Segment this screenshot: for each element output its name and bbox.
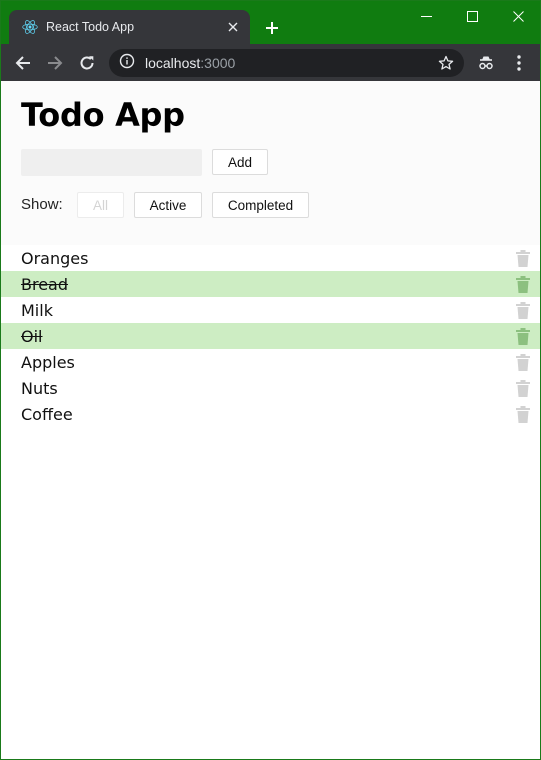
todo-item[interactable]: Nuts	[1, 375, 540, 401]
kebab-menu-icon[interactable]	[509, 52, 529, 74]
todo-text: Oranges	[21, 248, 89, 268]
trash-icon[interactable]	[515, 405, 531, 423]
tab-title: React Todo App	[46, 20, 135, 34]
todo-text: Milk	[21, 300, 53, 320]
trash-icon[interactable]	[515, 327, 531, 345]
todo-text: Nuts	[21, 378, 58, 398]
browser-toolbar: localhost:3000	[1, 44, 540, 81]
page-title: Todo App	[21, 96, 185, 134]
todo-list: Oranges Bread Milk Oil Apples Nuts Coffe…	[1, 245, 540, 427]
address-bar[interactable]: localhost:3000	[109, 49, 464, 77]
new-tab-plus-icon[interactable]	[260, 16, 284, 40]
todo-item[interactable]: Bread	[1, 271, 540, 297]
window-minimize-icon[interactable]	[403, 1, 449, 31]
todo-item[interactable]: Oil	[1, 323, 540, 349]
todo-item[interactable]: Apples	[1, 349, 540, 375]
todo-item[interactable]: Milk	[1, 297, 540, 323]
browser-window: React Todo App localhost:3000 Todo App A…	[0, 0, 541, 760]
new-todo-input[interactable]	[21, 149, 202, 176]
url-port: :3000	[200, 55, 236, 71]
todo-text: Oil	[21, 326, 43, 346]
todo-text: Coffee	[21, 404, 73, 424]
tab-react-todo-app[interactable]: React Todo App	[9, 10, 250, 44]
trash-icon[interactable]	[515, 301, 531, 319]
back-arrow-icon[interactable]	[9, 49, 37, 77]
todo-text: Apples	[21, 352, 75, 372]
todo-item[interactable]: Coffee	[1, 401, 540, 427]
page-content: Todo App Add Show: All Active Completed …	[1, 81, 540, 759]
url-host: localhost	[145, 55, 201, 71]
tab-close-icon[interactable]	[220, 14, 246, 40]
site-info-icon[interactable]	[119, 53, 135, 74]
incognito-extension-icon[interactable]	[475, 52, 497, 74]
app-header-panel: Todo App Add Show: All Active Completed	[1, 81, 540, 245]
window-maximize-icon[interactable]	[449, 1, 495, 31]
bookmark-star-icon[interactable]	[436, 53, 456, 73]
todo-item[interactable]: Oranges	[1, 245, 540, 271]
add-button[interactable]: Add	[212, 149, 268, 175]
trash-icon[interactable]	[515, 353, 531, 371]
trash-icon[interactable]	[515, 379, 531, 397]
trash-icon[interactable]	[515, 275, 531, 293]
react-logo-icon	[21, 18, 39, 36]
show-label: Show:	[21, 196, 63, 213]
filter-completed-button[interactable]: Completed	[212, 192, 309, 218]
filter-active-button[interactable]: Active	[134, 192, 202, 218]
trash-icon[interactable]	[515, 249, 531, 267]
reload-icon[interactable]	[73, 49, 101, 77]
url-text: localhost:3000	[145, 55, 235, 71]
window-close-icon[interactable]	[495, 1, 540, 31]
tab-strip: React Todo App	[1, 1, 540, 44]
filter-all-button[interactable]: All	[77, 192, 124, 218]
todo-text: Bread	[21, 274, 69, 294]
forward-arrow-icon[interactable]	[41, 49, 69, 77]
